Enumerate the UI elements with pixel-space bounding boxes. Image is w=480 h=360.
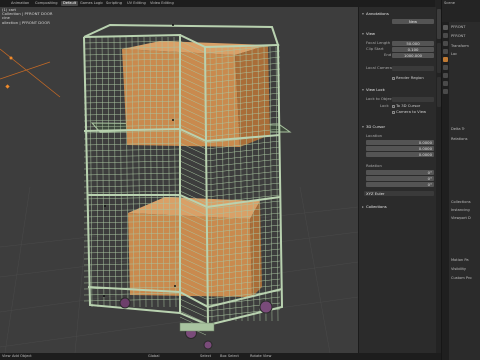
scene-render [0,23,358,353]
scene-tab-icon[interactable] [443,49,448,54]
instancing-header[interactable]: Instancing [451,208,470,212]
menu-object[interactable]: Object [20,354,32,359]
wheel-icon [119,297,131,309]
custom-properties-header[interactable]: Custom Pro [451,276,472,280]
constraint-tab-icon[interactable] [443,73,448,78]
rotation-mode-row: XYZ Euler [362,190,434,196]
menu-add[interactable]: Add [12,354,19,359]
render-tab-icon[interactable] [443,33,448,38]
tab-default[interactable]: Default [61,1,79,6]
workspace-tabbar: Animation Compositing Default Games Logi… [0,0,435,7]
render-region-row[interactable]: Render Region [362,75,434,81]
object-name-1: PFRONT [451,25,466,29]
clip-end-row: End 1000.000 [362,52,434,58]
to-3d-cursor-checkbox[interactable] [392,104,395,108]
annotations-new-row: New [362,18,434,24]
viewport-display-header[interactable]: Viewport D [451,216,471,220]
viewport-label-collection: ollection | PFRONT DOOR [2,20,50,25]
cursor-rot-x-field[interactable]: 0° [366,169,434,175]
tab-scripting[interactable]: Scripting [106,1,122,6]
tab-video-editing[interactable]: Video Editing [150,1,174,6]
scene-label: Scene [444,1,455,5]
menu-view[interactable]: View [2,354,11,359]
cursor-rot-y-field[interactable]: 0° [366,175,434,181]
visibility-header[interactable]: Visibility [451,267,466,271]
rotate-view-hint: Rotate View [250,354,272,358]
cursor-loc-y-field[interactable]: 0.0000 [366,145,434,151]
modifier-tab-icon[interactable] [443,65,448,70]
cursor-loc-z-field[interactable]: 0.0000 [366,151,434,157]
tab-uv-editing[interactable]: UV Editing [127,1,146,6]
render-region-checkbox[interactable] [392,76,395,80]
tab-compositing[interactable]: Compositing [35,1,58,6]
box-select-hint: Box Select [220,354,239,358]
sidebar-tab-view[interactable] [436,9,441,39]
output-tab-icon[interactable] [443,41,448,46]
clip-start-field[interactable]: 0.100 [392,46,434,52]
focal-length-field[interactable]: 50.000 [392,40,434,46]
local-camera-field[interactable] [392,65,434,71]
loc-label: Loc [451,52,458,56]
tab-games-logic[interactable]: Games Logic [80,1,103,6]
motion-paths-header[interactable]: Motion Pa [451,258,469,262]
wheel-icon [259,300,273,314]
viewport-header-bottom: View Add Object Global Select Box Select… [0,353,441,360]
object-name-2[interactable]: PFRONT [451,34,465,38]
light-line [0,61,51,80]
camera-to-view-row: Camera to View [362,109,434,115]
light-line [0,48,61,98]
outliner-area: Scene [442,0,480,22]
data-tab-icon[interactable] [443,81,448,86]
origin-dot [103,295,105,297]
transform-orientation-dropdown[interactable]: Global [148,354,159,359]
view-panel-header[interactable]: ▾ View [362,31,434,37]
origin-dot [172,24,174,26]
properties-tab-strip [442,22,449,360]
rotation-mode-dropdown[interactable]: XYZ Euler [364,190,434,196]
collections-header[interactable]: Collections [451,200,471,204]
relations-header[interactable]: Relations [451,137,468,141]
lock-to-object-row: Lock to Object [362,96,434,102]
cursor-rot-z-field[interactable]: 0° [366,181,434,187]
material-tab-icon[interactable] [443,89,448,94]
cursor-rot-z-row: Z 0° [362,181,434,187]
annotations-panel-header[interactable]: ▾ Annotations [362,11,434,17]
delta-transform-header[interactable]: Delta Tr [451,127,465,131]
tool-tab-icon[interactable] [443,25,448,30]
origin-dot [104,205,106,207]
transform-header[interactable]: Transform [451,44,469,48]
sidebar-tab-item[interactable] [436,77,441,107]
wheel-icon [203,340,213,350]
select-hint: Select [200,354,212,358]
local-camera-row: Local Camera [362,65,434,71]
clip-end-field[interactable]: 1000.000 [392,52,434,58]
origin-dot [172,119,174,121]
3d-cursor-panel-header[interactable]: ▾ 3D Cursor [362,124,434,130]
object-tab-icon[interactable] [443,57,448,62]
light-gizmo-icon [5,84,10,89]
camera-to-view-checkbox[interactable] [392,110,395,114]
light-object-icon [9,56,13,60]
tab-animation[interactable]: Animation [11,1,29,6]
lock-to-object-field[interactable] [392,96,434,102]
n-panel-sidebar: ▾ Annotations New ▾ View Focal Length 50.0… [358,7,436,353]
cursor-loc-z-row: Z 0.0000 [362,151,434,157]
annotations-new-button[interactable]: New [392,18,434,24]
view-lock-panel-header[interactable]: ▾ View Lock [362,87,434,93]
cursor-loc-x-field[interactable]: 0.0000 [366,139,434,145]
origin-dot [174,285,176,287]
3d-viewport[interactable]: (1) cart Collection | PFRONT DOOR cine o… [0,7,358,353]
wheels [119,297,273,350]
sidebar-tab-tool[interactable] [436,43,441,73]
collections-panel-header[interactable]: ▸ Collections [362,204,434,210]
properties-editor: Scene PFRONT PFRONT Transform Loc Delta … [441,0,480,360]
